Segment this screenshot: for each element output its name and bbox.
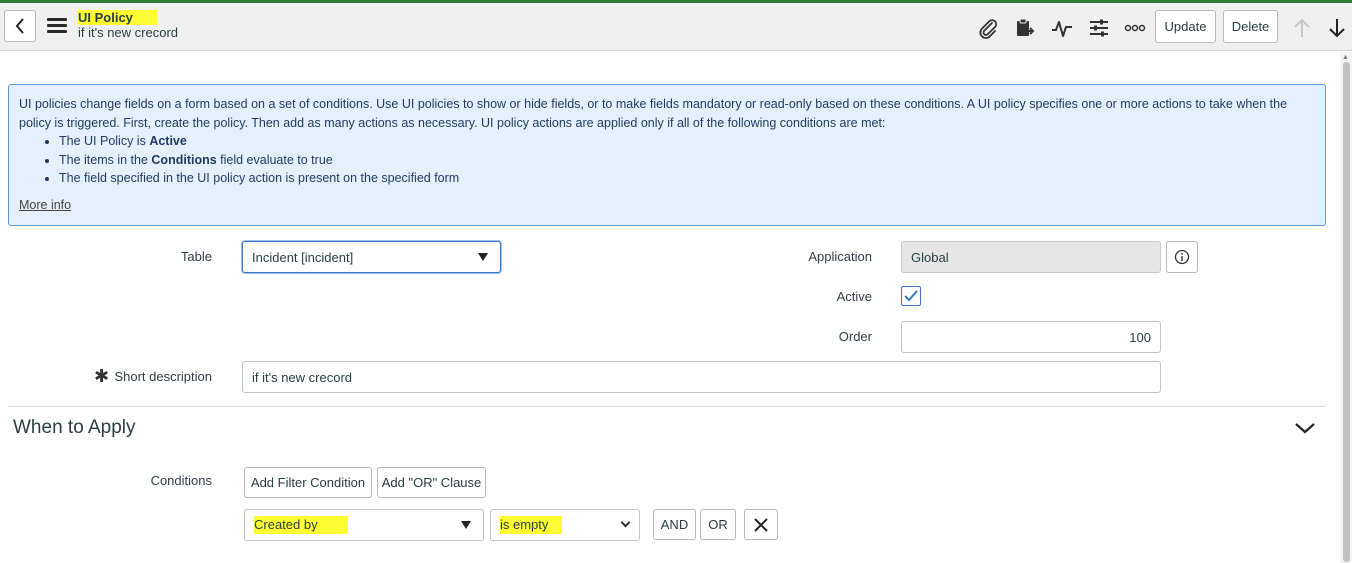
application-info-button[interactable]: [1166, 241, 1198, 273]
chevron-down-icon: [461, 521, 471, 529]
update-button[interactable]: Update: [1155, 10, 1216, 43]
activity-icon[interactable]: [1050, 16, 1074, 40]
scroll-up-icon[interactable]: ▲: [1342, 54, 1349, 61]
arrow-down-icon[interactable]: [1325, 16, 1349, 40]
conditions-label: Conditions: [150, 473, 212, 488]
checkmark-icon: [904, 290, 918, 302]
active-label: Active: [836, 289, 872, 304]
remove-condition-button[interactable]: [744, 509, 778, 540]
title-block: UI Policy if it's new crecord: [78, 10, 178, 40]
more-icon[interactable]: [1123, 16, 1147, 40]
arrow-up-icon[interactable]: [1290, 16, 1314, 40]
active-checkbox[interactable]: [901, 286, 921, 306]
order-input[interactable]: 100: [901, 321, 1161, 353]
application-label: Application: [808, 249, 872, 264]
table-select[interactable]: Incident [incident]: [242, 241, 501, 273]
condition-operator-select[interactable]: is empty: [490, 509, 640, 541]
close-icon: [754, 517, 768, 532]
page-subtitle: if it's new crecord: [78, 25, 179, 40]
section-divider: [8, 406, 1326, 407]
short-description-input[interactable]: if it's new crecord: [242, 361, 1161, 393]
add-filter-condition-button[interactable]: Add Filter Condition: [244, 467, 372, 498]
add-or-clause-button[interactable]: Add "OR" Clause: [377, 467, 486, 498]
page-title: UI Policy: [78, 10, 157, 25]
more-info-link[interactable]: More info: [19, 196, 71, 215]
info-bullet-field: The field specified in the UI policy act…: [59, 169, 1315, 188]
table-label: Table: [180, 249, 212, 264]
application-field: Global: [901, 241, 1161, 273]
clipboard-icon[interactable]: [1013, 16, 1037, 40]
or-button[interactable]: OR: [700, 509, 736, 540]
condition-field-select[interactable]: Created by: [244, 509, 484, 541]
short-description-label: Short description: [114, 369, 212, 384]
and-button[interactable]: AND: [653, 509, 696, 540]
info-bullet-active: The UI Policy is Active: [59, 132, 1315, 151]
back-button[interactable]: [4, 10, 36, 42]
when-to-apply-title: When to Apply: [13, 417, 136, 438]
menu-icon[interactable]: [47, 18, 67, 34]
info-intro: UI policies change fields on a form base…: [19, 97, 1288, 130]
form-header: UI Policy if it's new crecord Update Del…: [0, 3, 1352, 51]
sliders-icon[interactable]: [1087, 16, 1111, 40]
back-icon: [15, 18, 24, 34]
chevron-down-icon: [620, 517, 631, 528]
info-bullet-conditions: The items in the Conditions field evalua…: [59, 151, 1315, 170]
chevron-down-icon: [478, 253, 488, 261]
order-label: Order: [838, 329, 872, 344]
paperclip-icon[interactable]: [976, 16, 1000, 40]
info-icon: [1174, 249, 1190, 265]
required-marker-icon: ✱: [94, 366, 110, 386]
scrollbar-thumb[interactable]: [1343, 62, 1350, 562]
info-message-box: UI policies change fields on a form base…: [8, 84, 1326, 226]
info-conditions-list: The UI Policy is Active The items in the…: [59, 132, 1315, 188]
delete-button[interactable]: Delete: [1223, 10, 1278, 43]
collapse-chevron-icon[interactable]: [1294, 420, 1316, 439]
vertical-scrollbar[interactable]: ▲: [1340, 52, 1352, 563]
